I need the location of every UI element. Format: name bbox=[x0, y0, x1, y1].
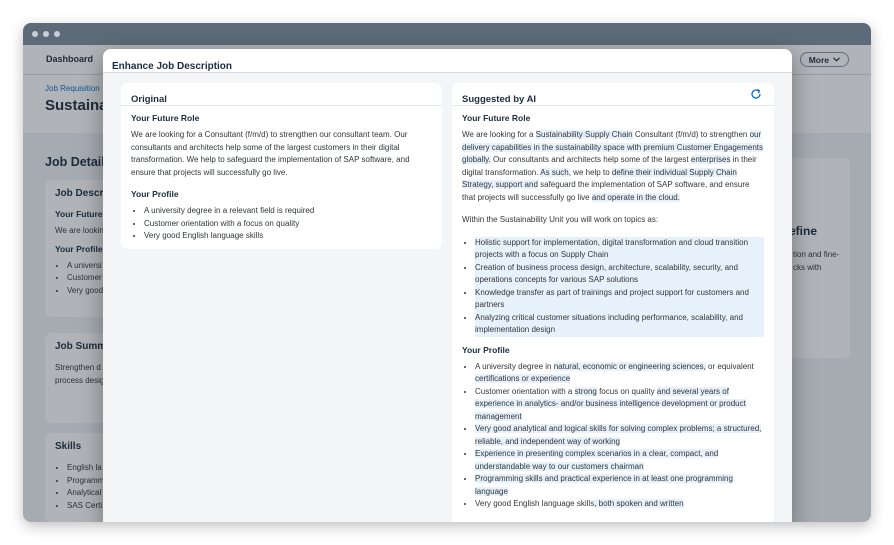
text-segment: A university degree in bbox=[475, 361, 554, 371]
dialog-title: Enhance Job Description bbox=[112, 61, 233, 72]
section-heading: Your Future Role bbox=[131, 113, 200, 123]
panel-body: Your Future Role We are looking for a Su… bbox=[452, 106, 774, 522]
topics-list: Holistic support for implementation, dig… bbox=[462, 236, 764, 337]
list-item: Customer orientation with a strong focus… bbox=[475, 386, 764, 424]
ai-highlight: enterprises bbox=[690, 155, 731, 164]
section-heading: Your Profile bbox=[131, 189, 179, 199]
list-item: Customer orientation with a focus on qua… bbox=[144, 218, 432, 231]
enhance-job-description-dialog: Enhance Job Description Original Your Fu… bbox=[103, 49, 792, 522]
ai-highlight: Very good analytical and logical skills … bbox=[475, 424, 762, 446]
refresh-icon[interactable] bbox=[750, 88, 762, 100]
window-minimize-dot[interactable] bbox=[43, 31, 49, 37]
dialog-header: Enhance Job Description bbox=[103, 49, 792, 73]
list-item: Knowledge transfer as part of trainings … bbox=[475, 286, 764, 312]
ai-highlight: , both spoken and written bbox=[594, 499, 684, 508]
list-item: Very good English language skills, both … bbox=[475, 498, 764, 511]
suggested-panel: Suggested by AI Your Future Role We are … bbox=[452, 83, 774, 522]
window-close-dot[interactable] bbox=[32, 31, 38, 37]
ai-highlight: and operate in the cloud. bbox=[591, 192, 680, 202]
text-segment: or equivalent bbox=[705, 361, 754, 371]
window-maximize-dot[interactable] bbox=[54, 31, 60, 37]
future-role-text: We are looking for a Consultant (f/m/d) … bbox=[131, 130, 410, 177]
list-item: Creation of business process design, arc… bbox=[475, 261, 764, 287]
ai-highlight: natural, economic or engineering science… bbox=[553, 361, 706, 371]
app-window: Dashboard More Job Requisition Sustainab… bbox=[23, 23, 871, 522]
list-item: Very good analytical and logical skills … bbox=[475, 423, 764, 448]
text-segment: Consultant (f/m/d) to strengthen bbox=[632, 130, 750, 139]
section-heading: Your Profile bbox=[462, 344, 510, 355]
profile-list: A university degree in natural, economic… bbox=[462, 361, 764, 511]
topics-intro: Within the Sustainability Unit you will … bbox=[462, 215, 659, 224]
ai-highlight: As such bbox=[540, 167, 569, 177]
future-role-text: We are looking for a Sustainability Supp… bbox=[462, 129, 764, 204]
list-item: A university degree in natural, economic… bbox=[475, 361, 764, 386]
list-item: Experience in presenting complex scenari… bbox=[475, 448, 764, 473]
panel-body: Your Future Role We are looking for a Co… bbox=[121, 106, 442, 249]
ai-highlight: strong bbox=[574, 386, 597, 396]
panel-header: Suggested by AI bbox=[452, 83, 774, 106]
window-titlebar bbox=[23, 23, 871, 45]
panel-header: Original bbox=[121, 83, 442, 106]
section-heading: Your Future Role bbox=[462, 113, 531, 123]
list-item: A university degree in a relevant field … bbox=[144, 205, 432, 218]
panel-title: Original bbox=[131, 94, 167, 105]
text-segment: Very good English language skills bbox=[475, 499, 595, 508]
text-segment: , we help to bbox=[568, 167, 612, 177]
panel-title: Suggested by AI bbox=[462, 94, 537, 105]
original-panel: Original Your Future Role We are looking… bbox=[121, 83, 442, 249]
list-item: Programming skills and practical experie… bbox=[475, 473, 764, 498]
list-item: Analyzing critical customer situations i… bbox=[475, 311, 764, 337]
list-item: Very good English language skills bbox=[144, 230, 432, 243]
list-item: Holistic support for implementation, dig… bbox=[475, 236, 764, 262]
text-segment: focus on quality bbox=[596, 386, 657, 396]
text-segment: We are looking for a bbox=[462, 130, 536, 139]
ai-highlight: Programming skills and practical experie… bbox=[475, 474, 733, 496]
text-segment: Our consultants and architects help some… bbox=[490, 155, 691, 164]
ai-highlight: Sustainability Supply Chain bbox=[535, 130, 633, 139]
ai-highlight: certifications or experience bbox=[475, 374, 571, 383]
ai-highlight: Experience in presenting complex scenari… bbox=[475, 449, 719, 471]
text-segment: Customer orientation with a bbox=[475, 386, 575, 396]
